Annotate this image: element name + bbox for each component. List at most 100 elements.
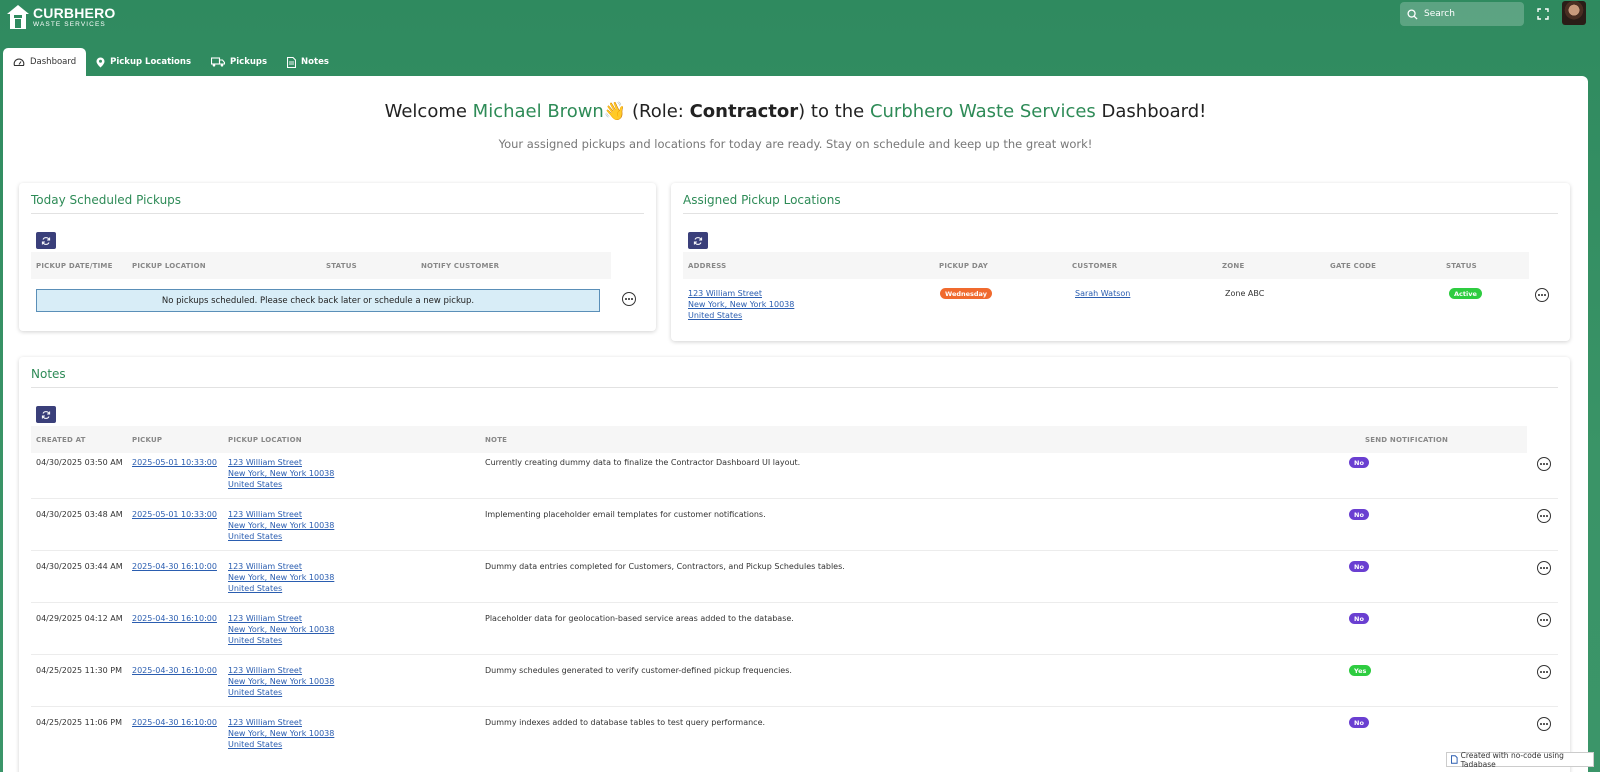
created-at-cell: 04/30/2025 03:50 AM	[36, 458, 123, 467]
location-line-1[interactable]: 123 William Street	[228, 561, 334, 572]
column-header[interactable]: NOTIFY CUSTOMER	[421, 262, 499, 270]
more-options-button[interactable]	[622, 292, 636, 306]
pickup-link[interactable]: 2025-04-30 16:10:00	[132, 665, 217, 676]
more-options-button[interactable]	[1535, 288, 1549, 302]
truck-icon	[211, 57, 226, 67]
welcome-suffix: Dashboard!	[1095, 101, 1207, 122]
column-header[interactable]: STATUS	[1446, 262, 1477, 270]
location-line-2[interactable]: New York, New York 10038	[228, 520, 334, 531]
location-line-1[interactable]: 123 William Street	[228, 665, 334, 676]
search-icon	[1407, 8, 1418, 20]
gauge-icon	[13, 58, 25, 67]
refresh-button[interactable]	[36, 406, 56, 423]
map-pin-icon	[96, 57, 105, 67]
address-line-2[interactable]: New York, New York 10038	[688, 299, 794, 310]
tab-label: Pickups	[230, 57, 268, 67]
column-header[interactable]: PICKUP LOCATION	[132, 262, 206, 270]
pickup-link[interactable]: 2025-05-01 10:33:00	[132, 457, 217, 468]
more-options-button[interactable]	[1537, 717, 1551, 731]
column-header[interactable]: ZONE	[1222, 262, 1244, 270]
pickup-location-cell[interactable]: 123 William Street New York, New York 10…	[228, 509, 334, 542]
wave-emoji: 👋	[603, 101, 627, 122]
location-line-1[interactable]: 123 William Street	[228, 509, 334, 520]
tab-notes[interactable]: Notes	[277, 48, 339, 76]
location-line-1[interactable]: 123 William Street	[228, 613, 334, 624]
more-options-button[interactable]	[1537, 561, 1551, 575]
card-title: Notes	[31, 367, 66, 381]
location-line-2[interactable]: New York, New York 10038	[228, 624, 334, 635]
column-header[interactable]: PICKUP DAY	[939, 262, 988, 270]
column-header[interactable]: PICKUP	[132, 436, 162, 444]
location-line-3[interactable]: United States	[228, 739, 334, 750]
location-line-3[interactable]: United States	[228, 531, 334, 542]
location-line-1[interactable]: 123 William Street	[228, 457, 334, 468]
refresh-button[interactable]	[36, 232, 56, 249]
location-line-2[interactable]: New York, New York 10038	[228, 728, 334, 739]
column-header[interactable]: GATE CODE	[1330, 262, 1376, 270]
note-cell: Dummy data entries completed for Custome…	[485, 562, 845, 571]
nav-tabs: Dashboard Pickup Locations Pickups Notes	[3, 48, 339, 76]
send-notification-badge: No	[1349, 717, 1369, 728]
more-options-button[interactable]	[1537, 613, 1551, 627]
location-line-2[interactable]: New York, New York 10038	[228, 676, 334, 687]
location-line-3[interactable]: United States	[228, 635, 334, 646]
main-content: Welcome Michael Brown👋 (Role: Contractor…	[3, 76, 1588, 772]
created-at-cell: 04/30/2025 03:44 AM	[36, 562, 123, 571]
column-header[interactable]: STATUS	[326, 262, 357, 270]
pickup-link[interactable]: 2025-05-01 10:33:00	[132, 509, 217, 520]
send-notification-badge: No	[1349, 509, 1369, 520]
location-line-3[interactable]: United States	[228, 583, 334, 594]
user-avatar[interactable]	[1562, 1, 1586, 25]
welcome-subtitle: Your assigned pickups and locations for …	[498, 137, 1093, 151]
welcome-prefix: Welcome	[384, 101, 473, 122]
location-line-3[interactable]: United States	[228, 687, 334, 698]
column-header[interactable]: SEND NOTIFICATION	[1365, 436, 1448, 444]
address-line-1[interactable]: 123 William Street	[688, 288, 794, 299]
more-options-button[interactable]	[1537, 665, 1551, 679]
refresh-icon	[41, 410, 51, 419]
column-header[interactable]: NOTE	[485, 436, 507, 444]
pickup-location-cell[interactable]: 123 William Street New York, New York 10…	[228, 665, 334, 698]
address-line-3[interactable]: United States	[688, 310, 794, 321]
note-cell: Implementing placeholder email templates…	[485, 510, 766, 519]
row-divider	[31, 654, 1558, 655]
tab-pickup-locations[interactable]: Pickup Locations	[86, 48, 201, 76]
note-cell: Dummy indexes added to database tables t…	[485, 718, 766, 727]
pickup-location-cell[interactable]: 123 William Street New York, New York 10…	[228, 717, 334, 750]
location-line-2[interactable]: New York, New York 10038	[228, 572, 334, 583]
pickup-location-cell[interactable]: 123 William Street New York, New York 10…	[228, 457, 334, 490]
pickup-link[interactable]: 2025-04-30 16:10:00	[132, 561, 217, 572]
column-header[interactable]: ADDRESS	[688, 262, 726, 270]
search-box[interactable]	[1400, 2, 1524, 26]
search-input[interactable]	[1424, 9, 1514, 19]
more-options-button[interactable]	[1537, 509, 1551, 523]
column-header[interactable]: CREATED AT	[36, 436, 86, 444]
column-header[interactable]: PICKUP LOCATION	[228, 436, 302, 444]
logo-subtitle: WASTE SERVICES	[33, 20, 106, 28]
logo[interactable]: CURBHERO WASTE SERVICES	[6, 4, 116, 30]
pickup-location-cell[interactable]: 123 William Street New York, New York 10…	[228, 561, 334, 594]
more-options-button[interactable]	[1537, 457, 1551, 471]
pickup-link[interactable]: 2025-04-30 16:10:00	[132, 613, 217, 624]
fullscreen-icon[interactable]	[1536, 7, 1550, 21]
location-line-1[interactable]: 123 William Street	[228, 717, 334, 728]
table-header: ADDRESS PICKUP DAY CUSTOMER ZONE GATE CO…	[683, 252, 1529, 279]
refresh-button[interactable]	[688, 232, 708, 249]
send-notification-badge: No	[1349, 561, 1369, 572]
column-header[interactable]: CUSTOMER	[1072, 262, 1117, 270]
welcome-heading: Welcome Michael Brown👋 (Role: Contractor…	[3, 101, 1588, 122]
tab-pickups[interactable]: Pickups	[201, 48, 277, 76]
location-line-2[interactable]: New York, New York 10038	[228, 468, 334, 479]
tab-dashboard[interactable]: Dashboard	[3, 48, 87, 76]
address-cell[interactable]: 123 William Street New York, New York 10…	[688, 288, 794, 321]
pickup-link[interactable]: 2025-04-30 16:10:00	[132, 717, 217, 728]
pickup-location-cell[interactable]: 123 William Street New York, New York 10…	[228, 613, 334, 646]
card-title: Today Scheduled Pickups	[31, 193, 182, 207]
top-bar: CURBHERO WASTE SERVICES	[0, 0, 1600, 46]
tab-label: Dashboard	[30, 57, 77, 67]
customer-link[interactable]: Sarah Watson	[1075, 288, 1130, 299]
today-pickups-card: Today Scheduled Pickups PICKUP DATE/TIME…	[19, 183, 656, 331]
location-line-3[interactable]: United States	[228, 479, 334, 490]
tadabase-badge[interactable]: Created with no-code using Tadabase	[1446, 751, 1594, 769]
column-header[interactable]: PICKUP DATE/TIME	[36, 262, 113, 270]
